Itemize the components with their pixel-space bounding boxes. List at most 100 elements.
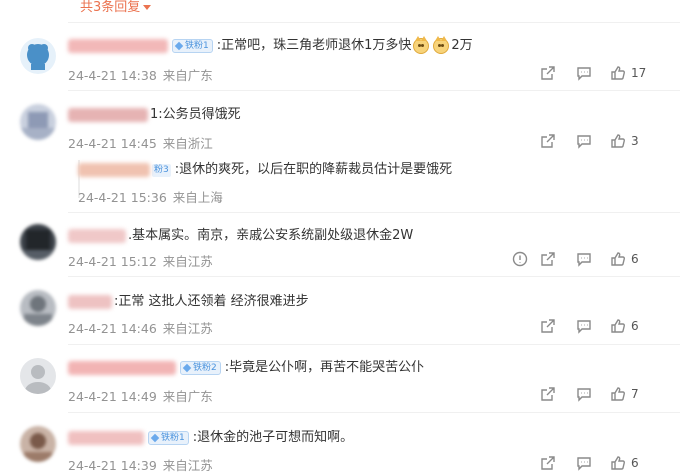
share-icon <box>541 252 555 266</box>
comment-meta: 24-4-21 15:12 来自江苏 <box>68 251 213 270</box>
diamond-icon <box>150 433 160 443</box>
username[interactable] <box>68 431 144 445</box>
fan-badge[interactable]: 铁粉1 <box>172 39 213 53</box>
comment-button[interactable] <box>576 132 592 150</box>
caret-down-icon <box>143 5 152 10</box>
comment-icon <box>577 135 591 149</box>
like-button[interactable]: 6 <box>610 454 639 472</box>
thumbs-up-icon <box>611 252 625 266</box>
like-count: 6 <box>631 252 639 266</box>
comment-meta: 24-4-21 14:45 来自浙江 <box>68 133 213 152</box>
avatar[interactable] <box>20 38 56 74</box>
comment-text: :毕竟是公仆啊，再苦不能哭苦公仆 <box>224 360 425 375</box>
comment-text: 1:公务员得饿死 <box>150 107 241 122</box>
share-button[interactable] <box>540 385 556 403</box>
comment-actions: 7 <box>480 385 680 403</box>
location: 来自广东 <box>162 68 213 83</box>
like-button[interactable]: 6 <box>610 250 639 268</box>
username[interactable] <box>68 108 148 122</box>
location: 来自江苏 <box>162 321 213 336</box>
alert-circle-icon <box>512 251 528 267</box>
username[interactable] <box>68 295 112 309</box>
comment-button[interactable] <box>576 317 592 335</box>
username[interactable] <box>68 361 176 375</box>
share-icon <box>541 66 555 80</box>
share-icon <box>541 319 555 333</box>
thumbs-up-icon <box>611 319 625 333</box>
comment-icon <box>577 320 591 334</box>
comment-button[interactable] <box>576 250 592 268</box>
location: 来自广东 <box>162 389 213 404</box>
location: 来自江苏 <box>162 458 213 473</box>
cat-emoji-icon <box>433 36 450 54</box>
thumbs-up-icon <box>611 134 625 148</box>
comment-icon <box>577 457 591 471</box>
comment-text: :正常 这批人还领着 经济很难进步 <box>114 294 309 309</box>
comment-actions: 3 <box>480 132 680 150</box>
expand-replies-link[interactable]: 共3条回复 <box>80 0 152 18</box>
avatar[interactable] <box>20 426 56 462</box>
comment-icon <box>577 67 591 81</box>
share-icon <box>541 387 555 401</box>
comment-text: .基本属实。南京，亲戚公安系统副处级退休金2W <box>128 228 414 243</box>
diamond-icon <box>182 363 192 373</box>
divider <box>68 22 680 23</box>
timestamp: 24-4-21 14:46 <box>68 321 157 336</box>
share-button[interactable] <box>540 454 556 472</box>
comment-actions: 6 <box>480 454 680 472</box>
like-count: 7 <box>631 387 639 401</box>
like-button[interactable]: 3 <box>610 132 639 150</box>
share-icon <box>541 456 555 470</box>
divider <box>68 276 680 277</box>
comment-actions: 17 <box>480 64 680 82</box>
comment-button[interactable] <box>576 454 592 472</box>
fan-badge[interactable]: 粉3 <box>152 163 171 177</box>
comment-actions: 6 <box>480 317 680 335</box>
like-button[interactable]: 6 <box>610 317 639 335</box>
username[interactable] <box>68 39 168 53</box>
location: 来自浙江 <box>162 136 213 151</box>
share-icon <box>541 134 555 148</box>
divider <box>68 344 680 345</box>
share-button[interactable] <box>540 250 556 268</box>
divider <box>68 212 680 213</box>
timestamp: 24-4-21 14:45 <box>68 136 157 151</box>
comment-meta: 24-4-21 14:39 来自江苏 <box>68 455 213 474</box>
report-button[interactable] <box>512 250 528 268</box>
timestamp: 24-4-21 14:49 <box>68 389 157 404</box>
comment-meta: 24-4-21 14:46 来自江苏 <box>68 318 213 337</box>
thumbs-up-icon <box>611 387 625 401</box>
timestamp: 24-4-21 15:36 <box>78 190 167 205</box>
timestamp: 24-4-21 14:38 <box>68 68 157 83</box>
fan-badge[interactable]: 铁粉1 <box>148 431 189 445</box>
comment-meta: 24-4-21 14:38 来自广东 <box>68 65 213 84</box>
share-button[interactable] <box>540 132 556 150</box>
comment-text-tail: 2万 <box>451 38 473 53</box>
divider <box>68 412 680 413</box>
expand-replies-label: 共3条回复 <box>80 0 141 15</box>
reply-text: :退休的爽死，以后在职的降薪裁员估计是要饿死 <box>174 162 453 177</box>
avatar[interactable] <box>20 290 56 326</box>
cat-emoji-icon <box>413 36 430 54</box>
avatar[interactable] <box>20 104 56 140</box>
avatar[interactable] <box>20 358 56 394</box>
share-button[interactable] <box>540 317 556 335</box>
share-button[interactable] <box>540 64 556 82</box>
thumbs-up-icon <box>611 456 625 470</box>
thumbs-up-icon <box>611 66 625 80</box>
reply-meta: 24-4-21 15:36 来自上海 <box>78 187 223 206</box>
like-button[interactable]: 7 <box>610 385 639 403</box>
avatar[interactable] <box>20 224 56 260</box>
timestamp: 24-4-21 15:12 <box>68 254 157 269</box>
comment-meta: 24-4-21 14:49 来自广东 <box>68 386 213 405</box>
like-count: 3 <box>631 134 639 148</box>
comment-button[interactable] <box>576 64 592 82</box>
comment-button[interactable] <box>576 385 592 403</box>
username[interactable] <box>78 163 150 177</box>
comment-actions: 6 <box>480 250 680 268</box>
like-button[interactable]: 17 <box>610 64 646 82</box>
fan-badge[interactable]: 铁粉2 <box>180 361 221 375</box>
comment-icon <box>577 253 591 267</box>
username[interactable] <box>68 229 126 243</box>
like-count: 6 <box>631 456 639 470</box>
